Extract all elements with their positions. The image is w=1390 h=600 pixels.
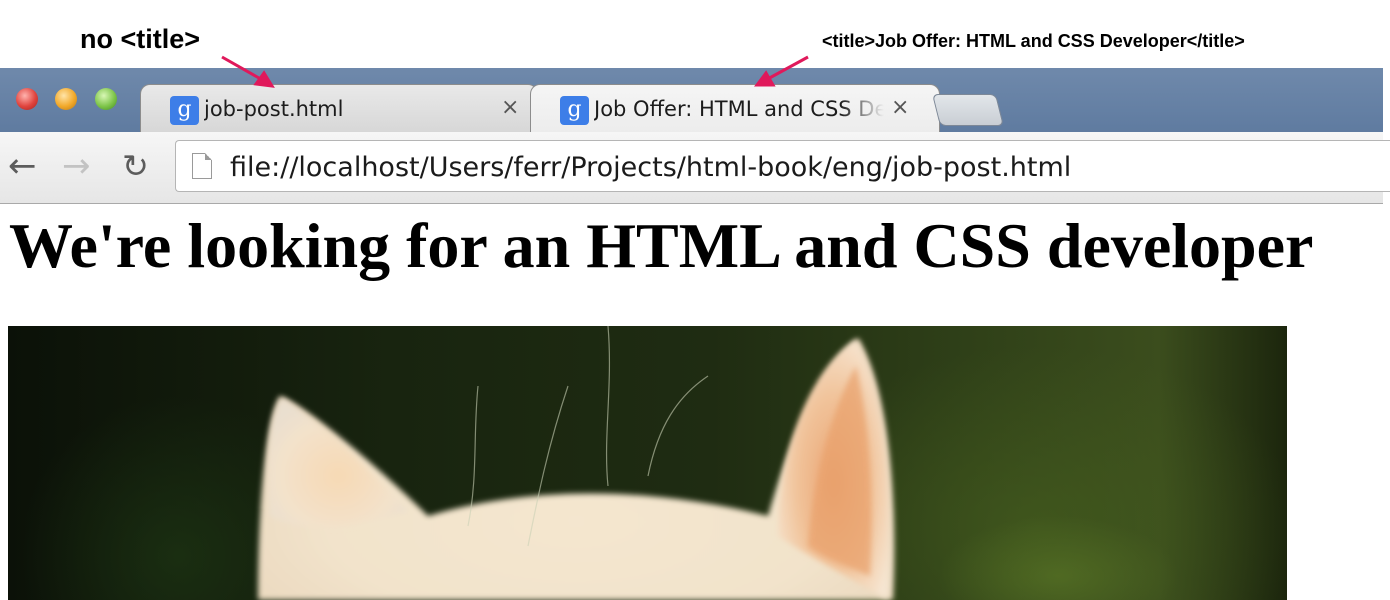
tab-job-offer[interactable]: g Job Offer: HTML and CSS Developer × <box>530 84 940 134</box>
url-text[interactable]: file://localhost/Users/ferr/Projects/htm… <box>230 152 1071 183</box>
toolbar: ← → ↻ file://localhost/Users/ferr/Projec… <box>0 132 1390 204</box>
tab-title: job-post.html <box>204 97 344 121</box>
back-arrow-icon[interactable]: ← <box>8 148 37 184</box>
google-favicon-icon: g <box>560 96 589 125</box>
tab-close-icon[interactable]: × <box>501 95 519 120</box>
tab-title: Job Offer: HTML and CSS Developer <box>594 97 884 121</box>
cat-illustration <box>258 326 895 600</box>
google-favicon-icon: g <box>170 96 199 125</box>
address-bar[interactable]: file://localhost/Users/ferr/Projects/htm… <box>175 140 1390 192</box>
reload-icon[interactable]: ↻ <box>122 148 149 184</box>
tab-strip: g job-post.html × g Job Offer: HTML and … <box>0 68 1383 134</box>
new-tab-button[interactable] <box>932 94 1004 126</box>
tab-close-icon[interactable]: × <box>891 95 909 120</box>
annotation-title-tag: <title>Job Offer: HTML and CSS Developer… <box>822 31 1245 51</box>
browser-chrome: g job-post.html × g Job Offer: HTML and … <box>0 68 1390 204</box>
cat-photo <box>8 326 1287 600</box>
window-maximize-button[interactable] <box>95 88 117 110</box>
window-close-button[interactable] <box>16 88 38 110</box>
page-heading: We're looking for an HTML and CSS develo… <box>9 210 1314 281</box>
tab-job-post[interactable]: g job-post.html × <box>140 84 538 132</box>
page-icon <box>192 153 212 179</box>
annotation-no-title: no <title> <box>80 24 201 54</box>
window-minimize-button[interactable] <box>55 88 77 110</box>
forward-arrow-icon[interactable]: → <box>62 148 91 184</box>
